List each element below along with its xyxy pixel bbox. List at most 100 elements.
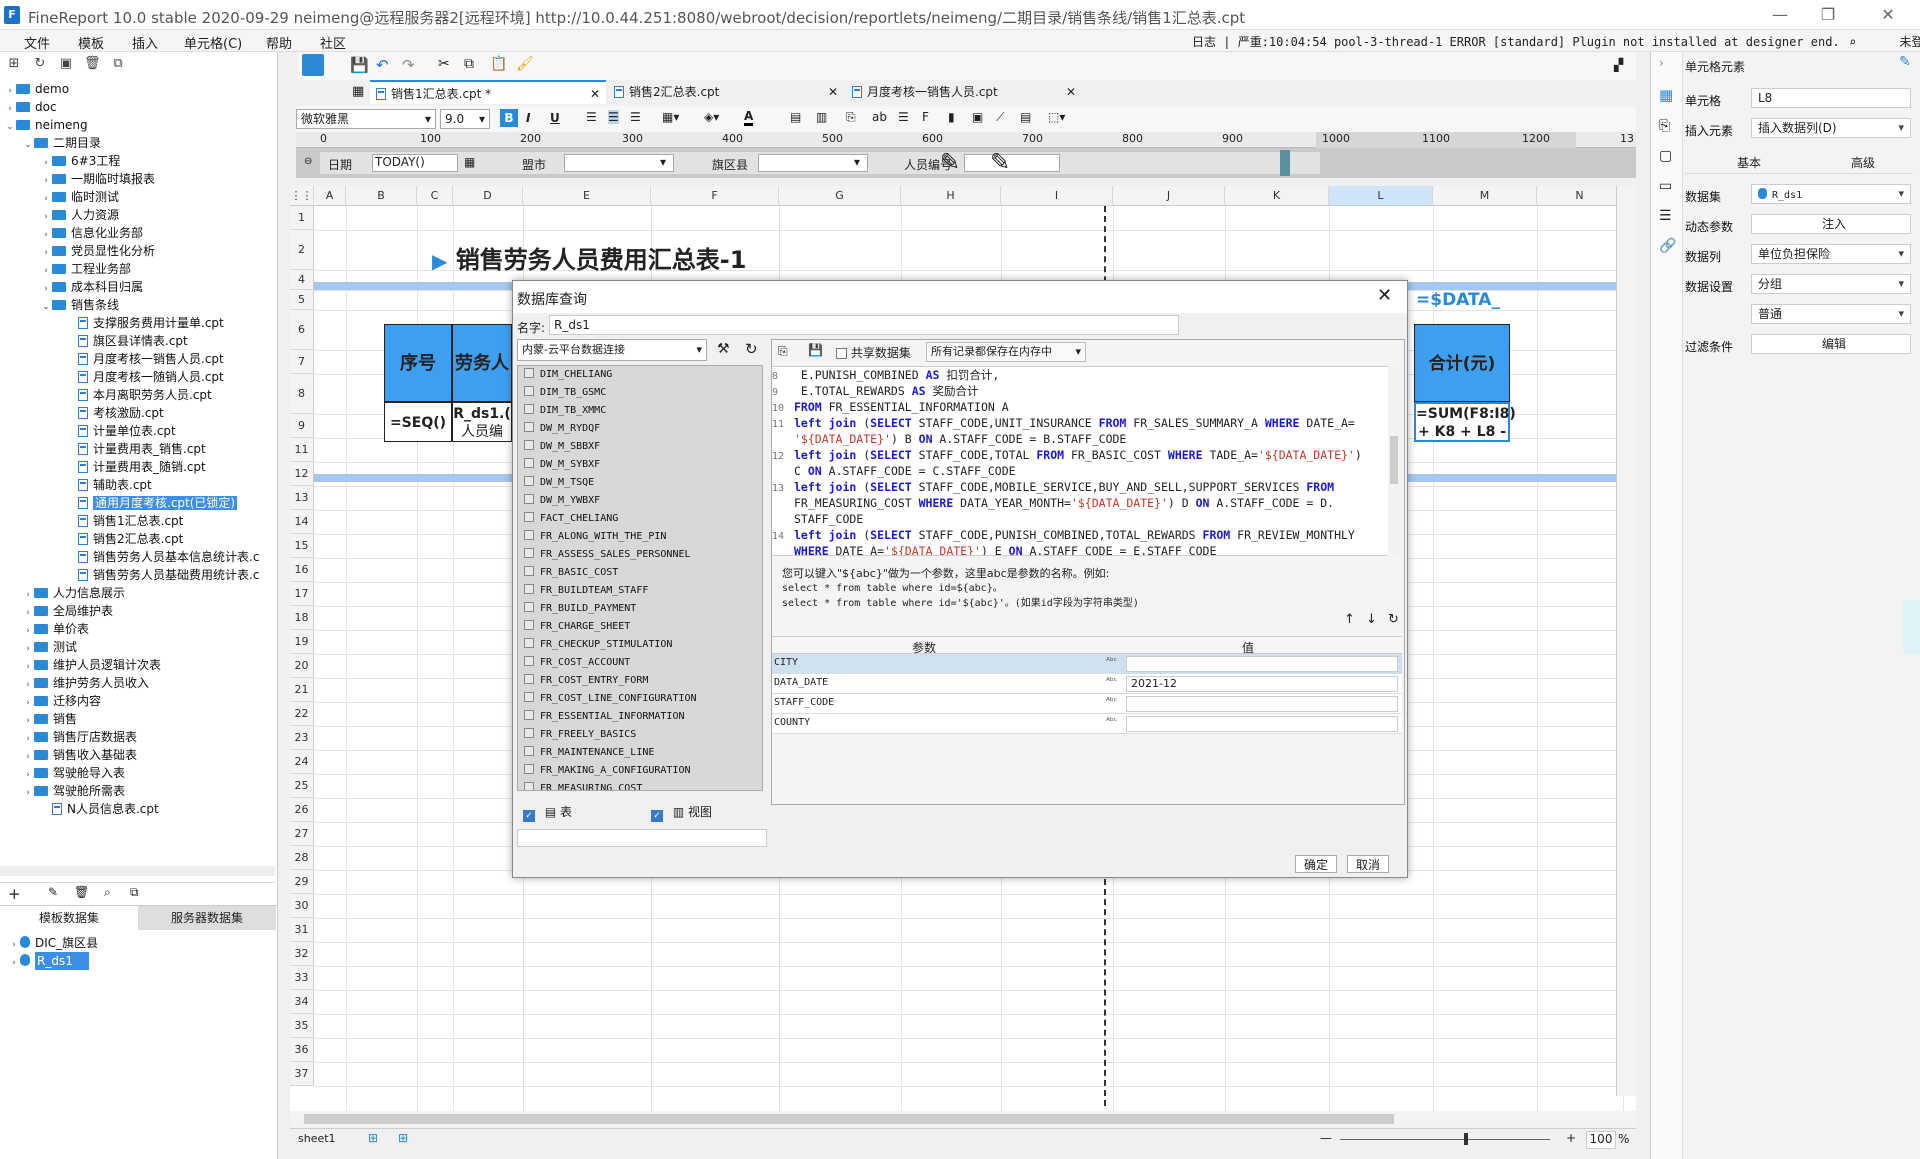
name-input[interactable]: R_ds1: [549, 315, 1179, 335]
row-header[interactable]: 2: [290, 230, 314, 270]
table-item[interactable]: FR_MAKING_A_CONFIGURATION: [518, 762, 762, 780]
type-icon[interactable]: ᴬᵇᶜ: [1106, 657, 1117, 667]
column-header[interactable]: G: [779, 186, 901, 206]
close-tab-icon[interactable]: ✕: [1066, 80, 1076, 104]
data-column-select[interactable]: 单位负担保险: [1751, 244, 1911, 264]
align-center-icon[interactable]: ☰: [608, 110, 619, 124]
corner-cell[interactable]: ⋮⋮: [290, 186, 314, 206]
edit-pen-icon[interactable]: ✎: [990, 148, 1010, 176]
row-header[interactable]: 37: [290, 1062, 314, 1086]
cell-view-icon[interactable]: ▦: [352, 84, 368, 100]
dataset-item[interactable]: › DIC_旗区县: [8, 934, 98, 952]
column-header[interactable]: N: [1537, 186, 1623, 206]
tab-basic[interactable]: 基本: [1737, 154, 1761, 171]
row-header[interactable]: 1: [290, 206, 314, 230]
cut-icon[interactable]: ✂: [438, 56, 450, 72]
row-header[interactable]: 33: [290, 966, 314, 990]
format-painter-icon[interactable]: 🖌: [516, 56, 534, 72]
menu-file[interactable]: 文件: [24, 33, 50, 52]
menu-insert[interactable]: 插入: [132, 33, 158, 52]
align-right-icon[interactable]: ☰: [630, 110, 641, 124]
paste-icon[interactable]: 📋: [490, 56, 507, 72]
band-resize-handle[interactable]: [1280, 150, 1290, 176]
save-query-icon[interactable]: 💾: [808, 343, 823, 357]
row-header[interactable]: 7: [290, 350, 314, 374]
dropdown-icon[interactable]: ▾: [660, 155, 666, 169]
edit-icon[interactable]: ✎: [48, 885, 58, 899]
date-input[interactable]: TODAY(): [372, 154, 458, 172]
staff-input[interactable]: [964, 154, 1060, 172]
row-header[interactable]: 21: [290, 678, 314, 702]
login-link[interactable]: 未登录: [1899, 35, 1920, 49]
row-header[interactable]: 32: [290, 942, 314, 966]
fill-color-icon[interactable]: ◈▾: [704, 110, 719, 124]
tree-folder[interactable]: › 维护人员逻辑计次表: [0, 656, 275, 674]
row-header[interactable]: 19: [290, 630, 314, 654]
refresh-params-icon[interactable]: ↻: [1388, 612, 1399, 627]
underline-button[interactable]: U: [550, 111, 560, 125]
row-header[interactable]: 5: [290, 290, 314, 310]
param-value-input[interactable]: [1126, 656, 1398, 672]
row-header[interactable]: 6: [290, 310, 314, 350]
row-header[interactable]: 23: [290, 726, 314, 750]
param-row[interactable]: COUNTY ᴬᵇᶜ: [772, 714, 1402, 734]
tree-folder[interactable]: › 维护劳务人员收入: [0, 674, 275, 692]
hyperlink-icon[interactable]: 🔗: [1659, 238, 1676, 254]
ok-button[interactable]: 确定: [1295, 855, 1337, 873]
row-header[interactable]: 8: [290, 374, 314, 414]
refresh-icon[interactable]: ↻: [745, 340, 758, 358]
tab-server-dataset[interactable]: 服务器数据集: [138, 906, 276, 930]
font-color-icon[interactable]: A: [744, 109, 754, 126]
insert-element-select[interactable]: 插入数据列(D): [1751, 118, 1911, 138]
table-checkbox[interactable]: ✓: [523, 810, 535, 822]
vertical-scrollbar[interactable]: [1616, 186, 1636, 1096]
open-icon[interactable]: ▣: [58, 56, 74, 72]
new-folder-icon[interactable]: ⊞: [6, 56, 22, 72]
column-header[interactable]: K: [1225, 186, 1329, 206]
border-icon[interactable]: ▦▾: [662, 110, 679, 124]
preview-icon[interactable]: ⎘: [778, 344, 788, 359]
row-header[interactable]: 28: [290, 846, 314, 870]
tree-file[interactable]: 计量费用表_随销.cpt: [0, 458, 275, 476]
cell-attr-icon[interactable]: ⎘: [1659, 118, 1670, 134]
insert-float-icon[interactable]: ⬚▾: [1048, 110, 1065, 124]
type-icon[interactable]: ᴬᵇᶜ: [1106, 677, 1117, 687]
tree-file[interactable]: 旗区县详情表.cpt: [0, 332, 275, 350]
toggle-icon[interactable]: ⌄: [40, 298, 52, 316]
table-search-input[interactable]: [517, 829, 767, 847]
tab-sales1[interactable]: 销售1汇总表.cpt * ✕: [370, 80, 606, 104]
table-item[interactable]: FR_CHARGE_SHEET: [518, 618, 762, 636]
zoom-out-button[interactable]: —: [1320, 1131, 1332, 1145]
table-item[interactable]: FR_COST_LINE_CONFIGURATION: [518, 690, 762, 708]
unmerge-icon[interactable]: ▥: [816, 110, 827, 124]
table-item[interactable]: FR_ESSENTIAL_INFORMATION: [518, 708, 762, 726]
table-item[interactable]: DW_M_TSQE: [518, 474, 762, 492]
param-value-input[interactable]: [1126, 716, 1398, 732]
row-header[interactable]: 34: [290, 990, 314, 1014]
tree-file[interactable]: 销售劳务人员基础费用统计表.c: [0, 566, 275, 584]
tree-file[interactable]: 月度考核一随销人员.cpt: [0, 368, 275, 386]
table-item[interactable]: DW_M_SYBXF: [518, 456, 762, 474]
new-report-icon[interactable]: [302, 54, 324, 76]
table-item[interactable]: DW_M_YWBXF: [518, 492, 762, 510]
tree-file[interactable]: 考核激励.cpt: [0, 404, 275, 422]
row-header[interactable]: 13: [290, 486, 314, 510]
row-header[interactable]: 22: [290, 702, 314, 726]
log-label[interactable]: 日志: [1192, 35, 1216, 49]
type-icon[interactable]: ᴬᵇᶜ: [1106, 697, 1117, 707]
column-header[interactable]: B: [346, 186, 417, 206]
table-item[interactable]: FR_COST_ENTRY_FORM: [518, 672, 762, 690]
menu-cell[interactable]: 单元格(C): [184, 33, 242, 52]
search-icon[interactable]: ⌕: [1849, 35, 1856, 49]
tab-advanced[interactable]: 高级: [1851, 154, 1875, 171]
side-widget[interactable]: [1903, 600, 1920, 654]
align-left-icon[interactable]: ☰: [586, 110, 597, 124]
add-sheet-icon[interactable]: ⊞: [368, 1131, 378, 1145]
horizontal-scrollbar[interactable]: [290, 1111, 1636, 1127]
row-header[interactable]: 26: [290, 798, 314, 822]
tree-folder[interactable]: › 工程业务部: [0, 260, 275, 278]
row-header[interactable]: 20: [290, 654, 314, 678]
insert-chart-icon[interactable]: ▮: [948, 110, 955, 124]
sql-scrollbar[interactable]: [1388, 366, 1402, 556]
condition-icon[interactable]: ☰: [1659, 208, 1672, 224]
